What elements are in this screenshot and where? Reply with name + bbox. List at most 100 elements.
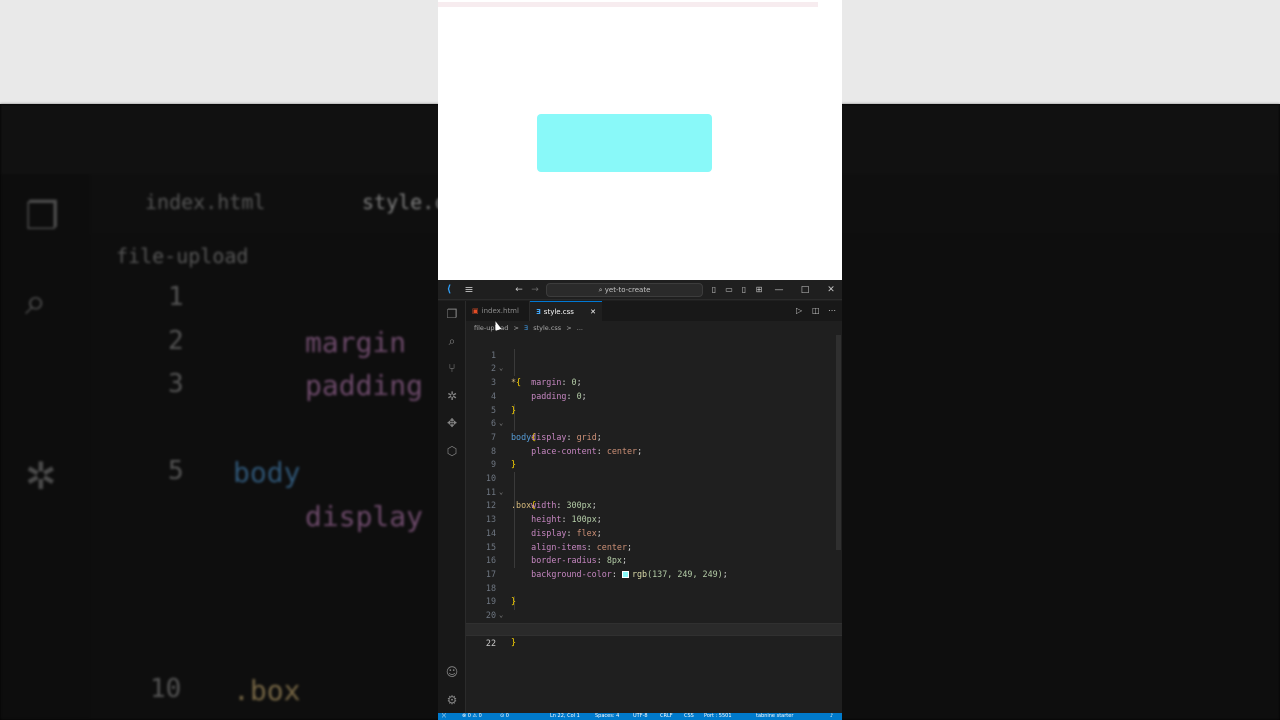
source-control-icon[interactable]: ⑂ xyxy=(438,357,466,379)
account-icon[interactable]: ☺ xyxy=(438,661,466,683)
more-actions-icon[interactable]: ⋯ xyxy=(828,301,836,321)
breadcrumb-separator: > xyxy=(513,324,519,332)
html-icon: ▣ xyxy=(472,307,479,315)
background-code-padding: padding xyxy=(305,369,424,402)
tab-label: index.html xyxy=(481,307,519,315)
breadcrumb-separator: > xyxy=(566,324,572,332)
manage-gear-icon[interactable]: ⚙ xyxy=(438,689,466,711)
background-activitybar xyxy=(0,174,90,720)
tab-style-css[interactable]: Ǝstyle.css ✕ xyxy=(530,301,602,321)
background-breadcrumb: file-upload xyxy=(116,244,249,268)
breadcrumb-file[interactable]: style.css xyxy=(533,324,561,332)
background-tab-index: index.html xyxy=(145,190,266,214)
explorer-icon[interactable]: ❐ xyxy=(438,303,466,325)
background-line-3: 3 xyxy=(168,369,184,399)
notifications-bell-icon[interactable]: ♪ xyxy=(830,713,833,720)
vscode-window: ⟨ ≡ ← → ⌕ yet-to-create ▯ ▭ ▯ ⊞ — □ ✕ ❐ … xyxy=(438,280,842,720)
background-line-10: 10 xyxy=(150,674,182,704)
forward-arrow-icon[interactable]: → xyxy=(528,280,542,300)
browser-preview xyxy=(438,0,842,280)
command-center-search[interactable]: ⌕ yet-to-create xyxy=(546,283,703,297)
tab-close-icon[interactable]: ✕ xyxy=(590,302,596,322)
breadcrumb: file-upload > Ǝ style.css > ... xyxy=(466,321,842,335)
code-line: 1 ⌄ *{ xyxy=(466,335,842,387)
code-text: } xyxy=(511,637,517,648)
run-debug-icon[interactable]: ✲ xyxy=(438,385,466,407)
preview-top-strip xyxy=(438,2,818,7)
search-icon[interactable]: ⌕ xyxy=(438,330,466,352)
run-icon[interactable]: ▷ xyxy=(796,301,802,321)
background-debug-icon: ✲ xyxy=(25,454,57,498)
activity-bar: ❐ ⌕ ⑂ ✲ ✥ ⬡ ☺ ⚙ xyxy=(438,301,466,713)
titlebar: ⟨ ≡ ← → ⌕ yet-to-create ▯ ▭ ▯ ⊞ — □ ✕ xyxy=(438,280,842,300)
code-line: 10 ⌄ .box{ xyxy=(466,458,842,510)
toggle-sidebar-icon[interactable]: ▯ xyxy=(708,280,720,300)
background-line-2: 2 xyxy=(168,326,184,356)
ports-status[interactable]: ⊙ 0 xyxy=(500,713,509,720)
code-line: 19 ⌄ input{ xyxy=(466,582,842,633)
css-icon: Ǝ xyxy=(536,308,541,316)
eol-status[interactable]: CRLF xyxy=(660,713,673,720)
cursor-position[interactable]: Ln 22, Col 1 xyxy=(550,713,580,720)
code-line: 20 padding-left: 20px; xyxy=(466,595,842,634)
code-line: 3 padding: 0; xyxy=(466,362,842,401)
code-line: 8 } xyxy=(466,431,842,470)
line-number: 22 xyxy=(485,638,496,649)
editor-scrollbar[interactable] xyxy=(836,335,841,550)
code-line: 5 ⌄ body{ xyxy=(466,390,842,442)
vscode-logo-icon: ⟨ xyxy=(446,284,452,295)
code-line: 16 background-color: rgb(137, 249, 249); xyxy=(466,541,842,579)
live-server-port[interactable]: Port : 5501 xyxy=(704,713,732,720)
background-line-5: 5 xyxy=(168,456,184,486)
maximize-button[interactable]: □ xyxy=(798,280,812,300)
toggle-secondary-sidebar-icon[interactable]: ▯ xyxy=(738,280,750,300)
code-line: 11 width: 300px; xyxy=(466,472,842,511)
code-line: 14 align-items: center; xyxy=(466,513,842,552)
code-line: 6 display: grid; xyxy=(466,404,842,442)
breadcrumb-ellipsis[interactable]: ... xyxy=(577,324,583,332)
customize-layout-icon[interactable]: ⊞ xyxy=(753,280,765,300)
screen: ❐ ⌕ ✲ index.html style.css file-upload 1… xyxy=(0,0,1280,720)
remote-indicator-icon[interactable]: ⟩⟨ xyxy=(442,713,446,720)
code-line: 2 margin: 0; xyxy=(466,349,842,387)
preview-box xyxy=(537,114,712,172)
split-editor-icon[interactable]: ◫ xyxy=(812,301,820,321)
tabnine-status[interactable]: tabnine starter xyxy=(756,713,793,720)
background-code-display: display xyxy=(305,500,424,533)
language-mode[interactable]: CSS xyxy=(684,713,694,720)
tab-index-html[interactable]: ▣ index.html xyxy=(466,301,530,321)
background-code-margin: margin xyxy=(305,326,407,359)
code-line: 13 display: flex; xyxy=(466,499,842,538)
background-code-body: body xyxy=(233,456,301,489)
code-line: 21 } xyxy=(466,609,842,648)
close-button[interactable]: ✕ xyxy=(824,280,838,300)
code-line: 18 } xyxy=(466,568,842,607)
breadcrumb-folder[interactable]: file-upload xyxy=(474,324,508,332)
minimize-button[interactable]: — xyxy=(772,280,786,300)
back-arrow-icon[interactable]: ← xyxy=(512,280,526,300)
encoding-status[interactable]: UTF-8 xyxy=(633,713,648,720)
extensions-icon[interactable]: ✥ xyxy=(438,412,466,434)
problems-status[interactable]: ⊗ 0 ⚠ 0 xyxy=(462,713,482,720)
code-line: 7 place-content: center; xyxy=(466,417,842,456)
code-line: 12 height: 100px; xyxy=(466,486,842,524)
code-line-current: 22 xyxy=(466,622,842,648)
code-line: 9 xyxy=(466,445,842,469)
code-line: 15 border-radius: 8px; xyxy=(466,527,842,566)
css-icon: Ǝ xyxy=(524,324,529,332)
menu-icon[interactable]: ≡ xyxy=(462,280,476,300)
remote-explorer-icon[interactable]: ⬡ xyxy=(438,440,466,462)
background-line-1: 1 xyxy=(168,282,184,312)
search-label: yet-to-create xyxy=(604,286,651,294)
indentation-status[interactable]: Spaces: 4 xyxy=(595,713,619,720)
editor-tabs: ▣ index.html Ǝstyle.css ✕ ▷ ◫ ⋯ xyxy=(466,301,842,321)
toggle-panel-icon[interactable]: ▭ xyxy=(723,280,735,300)
background-code-box: .box xyxy=(233,674,301,707)
code-line: 17 xyxy=(466,554,842,579)
status-bar: ⟩⟨ ⊗ 0 ⚠ 0 ⊙ 0 Ln 22, Col 1 Spaces: 4 UT… xyxy=(438,713,842,720)
code-editor[interactable]: 1 ⌄ *{ 2 margin: 0; 3 padding: 0; 4 } 5 … xyxy=(466,335,842,713)
background-search-icon: ⌕ xyxy=(25,279,47,323)
background-files-icon: ❐ xyxy=(25,194,60,238)
tab-label: style.css xyxy=(543,308,574,316)
code-line: 4 } xyxy=(466,376,842,415)
